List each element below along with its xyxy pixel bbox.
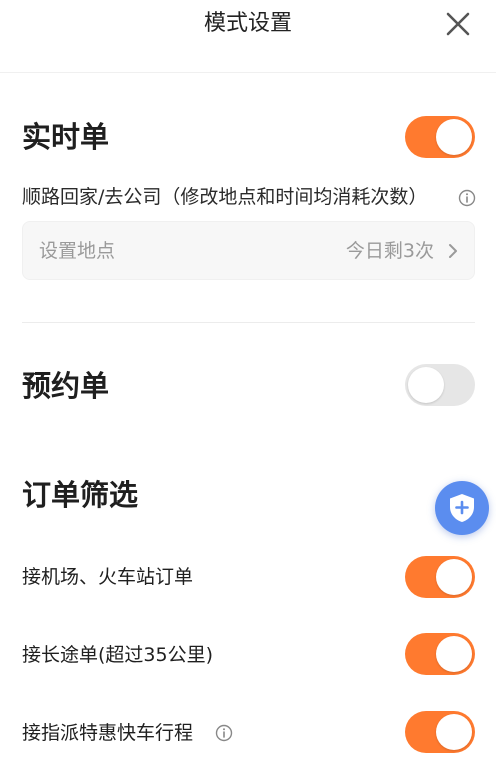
toggle-knob [408,367,444,403]
header: 模式设置 [0,0,496,73]
reservation-title: 预约单 [22,369,110,403]
page-title: 模式设置 [203,11,292,36]
toggle-knob [436,636,472,672]
filter-title: 订单筛选 [22,478,139,512]
filter-item-longdistance-label: 接长途单(超过35公里) [22,644,214,666]
location-placeholder: 设置地点 [39,240,116,262]
realtime-toggle[interactable] [405,116,475,158]
toggle-knob [436,559,472,595]
close-button[interactable] [438,6,478,42]
filter-item-assigned-toggle[interactable] [405,711,475,753]
filter-item-assigned-label: 接指派特惠快车行程 [22,722,194,744]
toggle-knob [436,714,472,750]
filter-item-longdistance-toggle[interactable] [405,633,475,675]
info-icon[interactable] [215,724,233,742]
chevron-right-icon [449,244,457,258]
set-location-button[interactable]: 设置地点 今日剩3次 [22,221,475,280]
toggle-knob [436,119,472,155]
divider [22,322,475,323]
close-icon [446,12,470,36]
security-shield-button[interactable] [435,481,489,535]
filter-item-airport-label: 接机场、火车站订单 [22,566,194,588]
shield-plus-icon [450,494,474,522]
remaining-count: 今日剩3次 [345,240,434,262]
info-icon[interactable] [458,189,476,207]
filter-item-airport-toggle[interactable] [405,556,475,598]
realtime-title: 实时单 [22,120,110,154]
reservation-toggle[interactable] [405,364,475,406]
realtime-subtitle: 顺路回家/去公司（修改地点和时间均消耗次数） [22,186,428,208]
